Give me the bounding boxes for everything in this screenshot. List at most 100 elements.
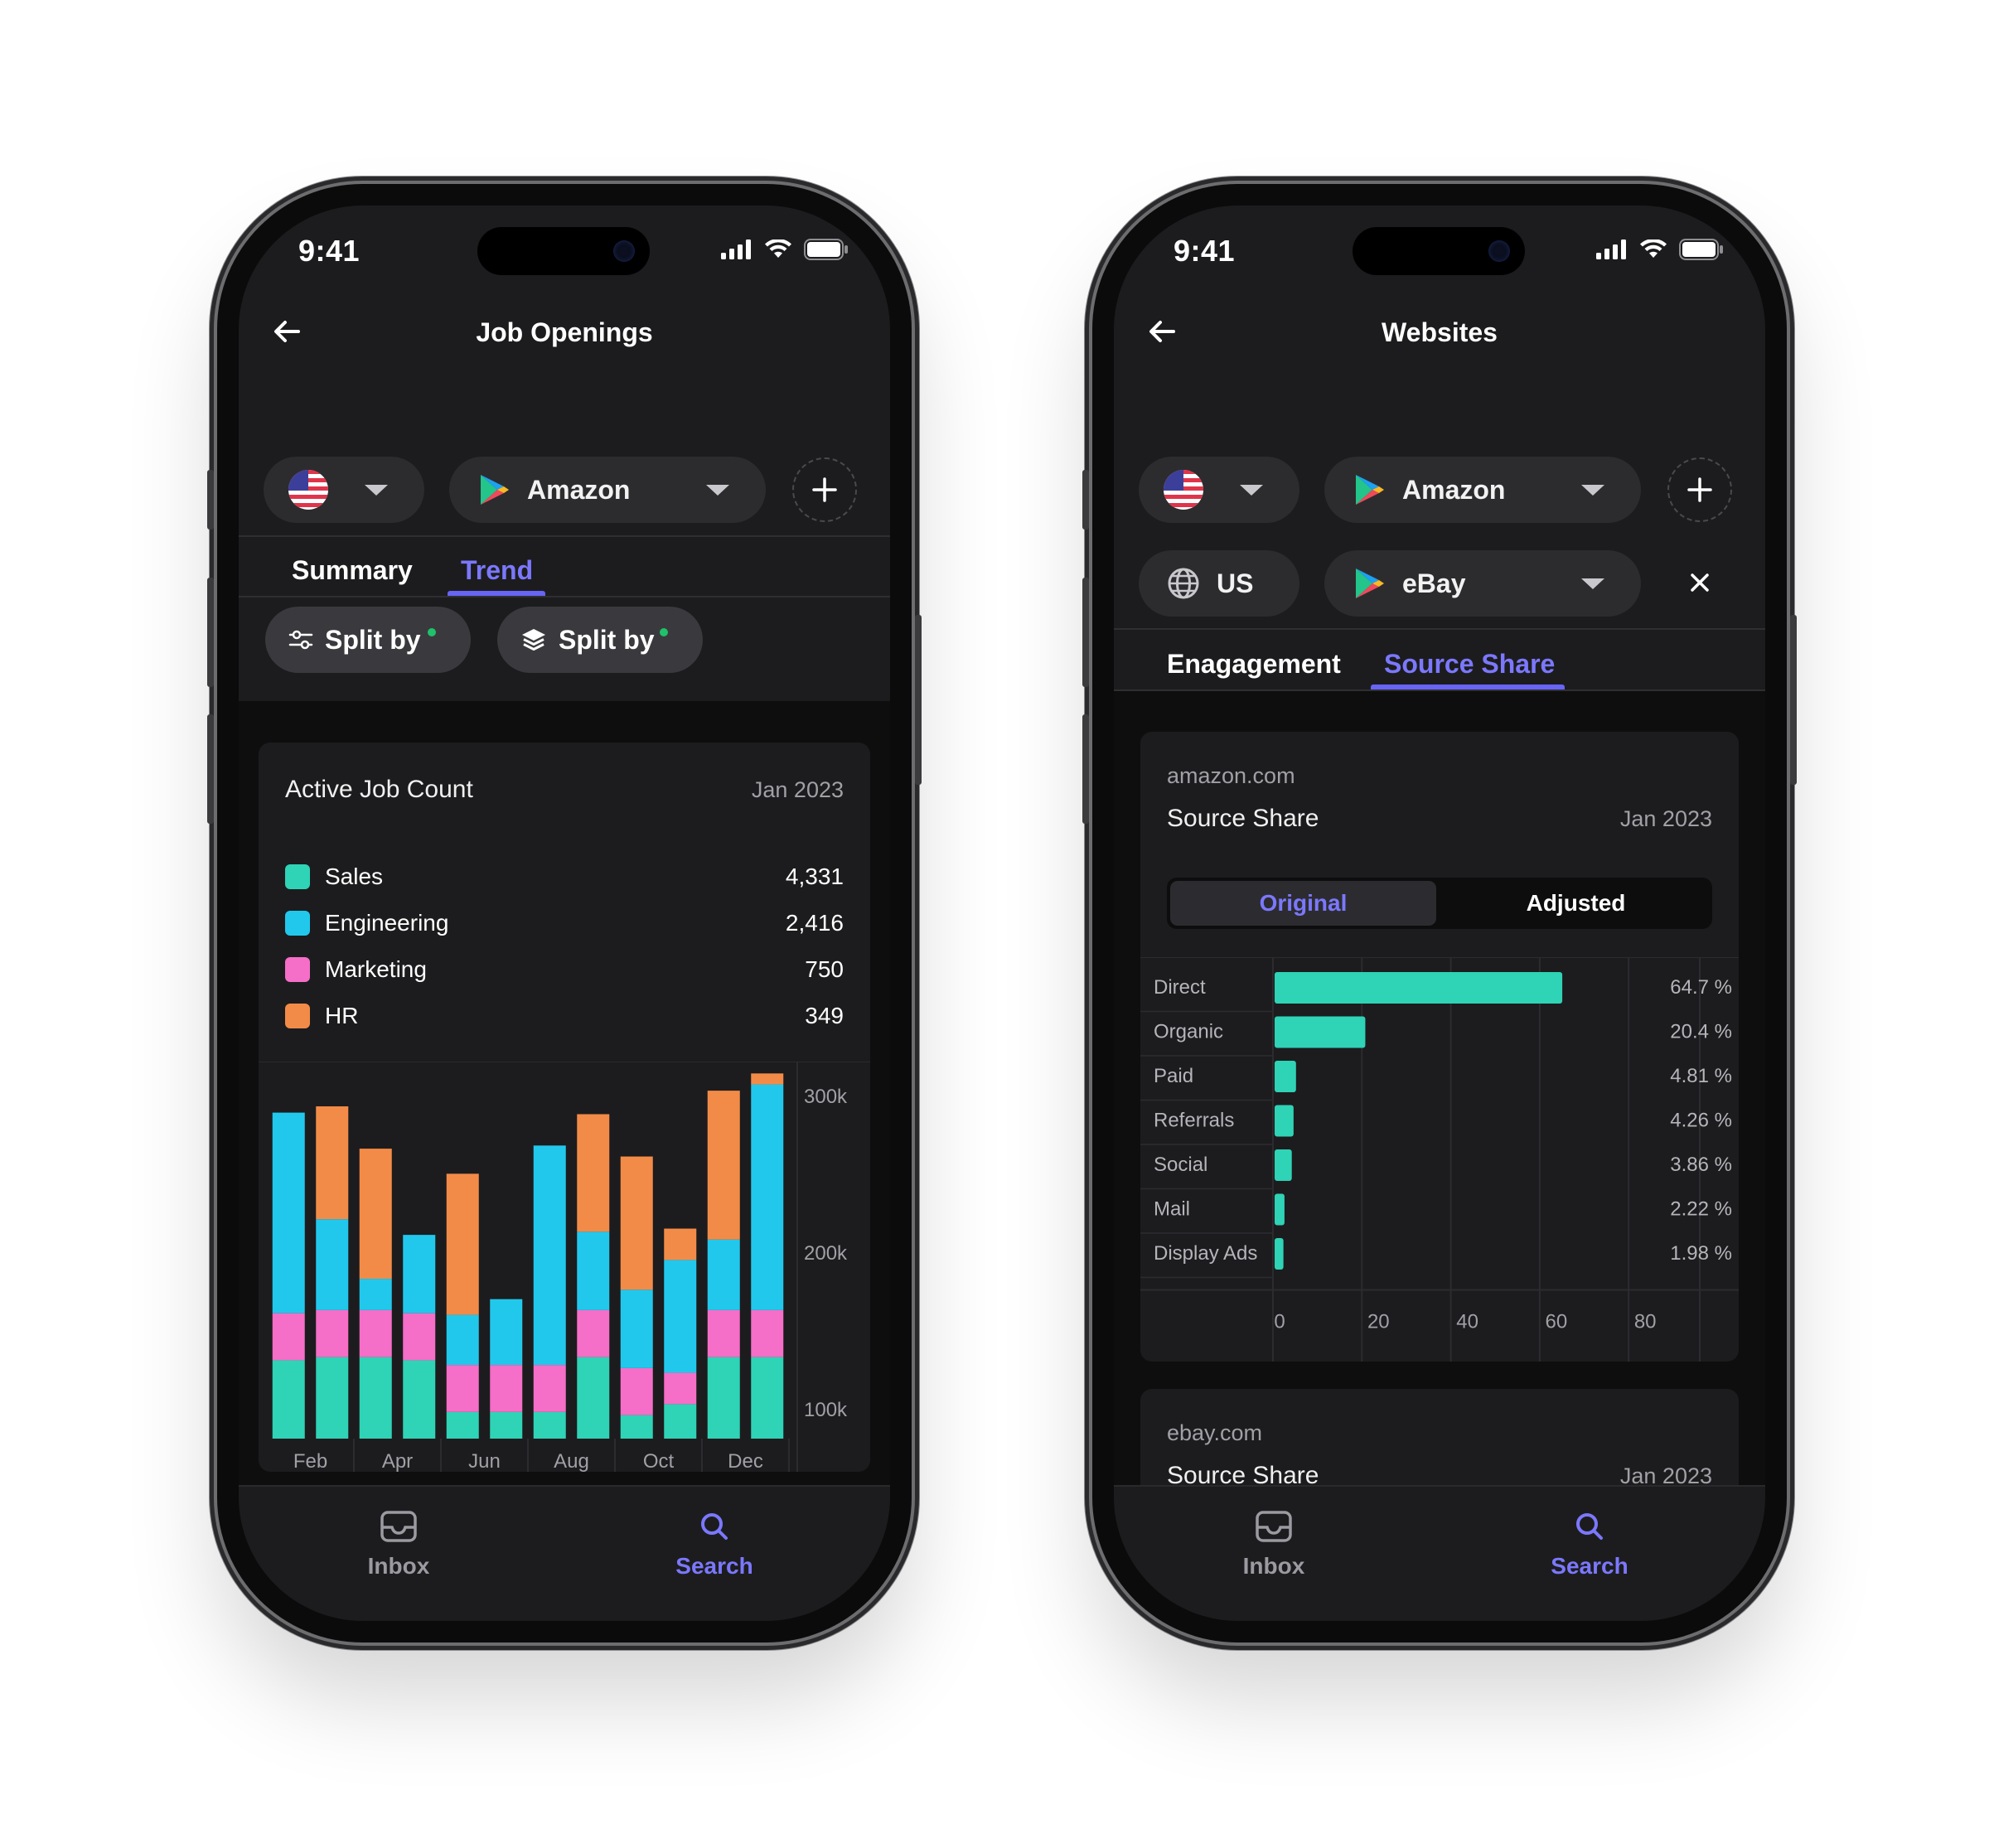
card-title: Source Share — [1167, 805, 1319, 832]
active-dot — [660, 628, 668, 636]
bar-segment-engineering — [446, 1314, 479, 1366]
card-title: Active Job Count — [285, 776, 473, 803]
bar-social — [1275, 1149, 1292, 1181]
bar-segment-sales — [359, 1357, 392, 1439]
original-adjusted-toggle: Original Adjusted — [1167, 878, 1712, 929]
bar-segment-engineering — [359, 1279, 392, 1310]
nav-search[interactable]: Search — [632, 1510, 797, 1580]
region-label: US — [1217, 568, 1254, 598]
x-tick-label: Oct — [643, 1450, 675, 1472]
legend-swatch — [285, 911, 310, 936]
legend-label: Sales — [325, 864, 384, 889]
split-by-filter-button[interactable]: Split by — [265, 607, 471, 673]
volume-down-button — [1082, 714, 1089, 824]
bar-segment-marketing — [446, 1365, 479, 1412]
split-by-layers-button[interactable]: Split by — [497, 607, 703, 673]
legend-swatch — [285, 1004, 310, 1028]
active-dot — [428, 628, 436, 636]
chevron-down-icon — [365, 485, 388, 496]
category-label: Display Ads — [1154, 1242, 1257, 1265]
bar-segment-sales — [664, 1404, 697, 1439]
search-icon — [701, 1513, 728, 1540]
nav-inbox[interactable]: Inbox — [1191, 1510, 1357, 1580]
camera-icon — [1488, 240, 1510, 262]
chevron-down-icon — [1581, 578, 1604, 589]
bar-segment-marketing — [490, 1365, 523, 1412]
tab-summary[interactable]: Summary — [292, 545, 413, 595]
divider — [1114, 628, 1765, 630]
category-label: Organic — [1154, 1021, 1223, 1043]
bar-segment-sales — [316, 1357, 349, 1439]
bar-direct — [1275, 972, 1563, 1004]
add-comparison-button[interactable] — [792, 457, 857, 522]
x-tick-label: Dec — [728, 1450, 763, 1472]
play-store-icon — [1356, 568, 1384, 598]
category-label: Paid — [1154, 1065, 1193, 1087]
segment-original[interactable]: Original — [1170, 881, 1436, 926]
tab-trend[interactable]: Trend — [461, 545, 533, 595]
legend-value: 2,416 — [785, 910, 844, 936]
phone-left: 9:41 Job Openings Amazon Summary Trend S… — [207, 184, 922, 1642]
value-label: 4.26 % — [1670, 1110, 1732, 1132]
nav-search[interactable]: Search — [1507, 1510, 1672, 1580]
sliders-icon — [288, 630, 313, 650]
play-store-icon — [481, 475, 509, 505]
region-selector[interactable]: US — [1139, 550, 1299, 617]
layers-icon — [522, 629, 545, 651]
bar-segment-hr — [316, 1106, 349, 1220]
us-flag-icon — [288, 470, 328, 510]
category-label: Referrals — [1154, 1110, 1234, 1132]
legend-label: Marketing — [325, 956, 427, 982]
tab-source-share[interactable]: Source Share — [1384, 638, 1555, 689]
app-selector-label: eBay — [1402, 568, 1466, 598]
legend-item-engineering: Engineering 2,416 — [285, 907, 844, 940]
card-domain: ebay.com — [1167, 1420, 1263, 1445]
bar-segment-engineering — [751, 1084, 784, 1310]
source-share-bar-chart: Direct 64.7 % Organic 20.4 % Paid 4.81 % Refer… — [1140, 957, 1739, 1362]
close-icon[interactable] — [1687, 570, 1712, 595]
app-selector-label: Amazon — [527, 474, 631, 505]
app-selector-2[interactable]: eBay — [1324, 550, 1641, 617]
page-title: Job Openings — [476, 317, 653, 347]
nav-inbox-label: Inbox — [367, 1553, 430, 1579]
plus-icon — [812, 477, 837, 502]
bar-referrals — [1275, 1105, 1294, 1137]
bar-segment-marketing — [620, 1367, 653, 1415]
nav-search-label: Search — [675, 1553, 753, 1579]
volume-down-button — [207, 714, 214, 824]
tab-engagement[interactable]: Enagagement — [1167, 638, 1341, 689]
value-label: 4.81 % — [1670, 1065, 1732, 1087]
x-tick-label: 80 — [1634, 1311, 1657, 1333]
country-selector[interactable] — [1139, 457, 1299, 523]
signal-icon — [721, 239, 751, 259]
bar-segment-engineering — [620, 1289, 653, 1368]
category-label: Mail — [1154, 1198, 1190, 1221]
bar-segment-engineering — [664, 1260, 697, 1373]
active-job-count-card: Active Job Count Jan 2023 Sales 4,331 En… — [259, 743, 870, 1472]
bar-segment-hr — [446, 1173, 479, 1315]
app-selector[interactable]: Amazon — [449, 457, 766, 523]
volume-up-button — [1082, 578, 1089, 687]
country-selector[interactable] — [264, 457, 424, 523]
y-tick-label: 200k — [804, 1242, 848, 1265]
bar-segment-engineering — [316, 1219, 349, 1310]
legend-label: Engineering — [325, 910, 449, 936]
bar-segment-engineering — [707, 1239, 740, 1310]
bar-segment-hr — [751, 1073, 784, 1085]
bar-segment-engineering — [577, 1231, 610, 1310]
bar-segment-marketing — [359, 1309, 392, 1357]
value-label: 64.7 % — [1670, 976, 1732, 999]
segment-adjusted[interactable]: Adjusted — [1443, 881, 1709, 926]
screen-websites: 9:41 Websites Amazon US eBay Enagagement… — [1114, 206, 1765, 1621]
app-selector-1[interactable]: Amazon — [1324, 457, 1641, 523]
split-by-label: Split by — [559, 624, 655, 655]
bar-segment-sales — [490, 1411, 523, 1439]
stacked-bar-chart: 100k 200k 300k Feb Apr Jun Aug Oct Dec — [259, 1062, 870, 1472]
value-label: 3.86 % — [1670, 1154, 1732, 1176]
add-comparison-button[interactable] — [1667, 457, 1732, 522]
nav-inbox[interactable]: Inbox — [316, 1510, 482, 1580]
plus-icon — [1687, 477, 1712, 502]
signal-icon — [1596, 239, 1626, 259]
wifi-icon — [1640, 239, 1667, 258]
bar-segment-marketing — [272, 1313, 305, 1361]
